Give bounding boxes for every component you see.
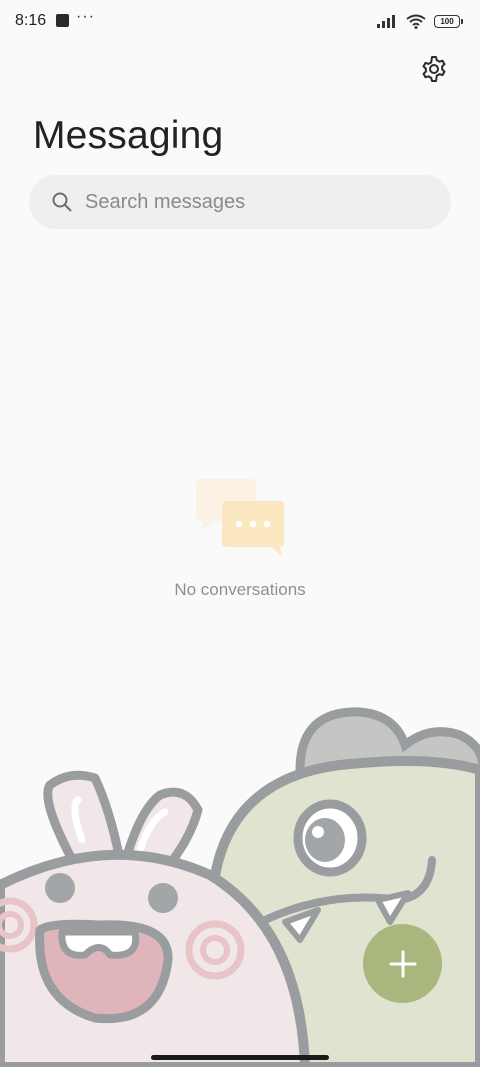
- wifi-icon: [406, 14, 426, 29]
- app-notification-icon: [56, 14, 69, 27]
- mascot-illustration: [0, 707, 480, 1067]
- battery-level: 100: [440, 16, 454, 26]
- page-title: Messaging: [33, 114, 224, 157]
- search-icon: [51, 191, 73, 213]
- status-time: 8:16: [15, 12, 47, 29]
- search-bar[interactable]: [29, 175, 451, 229]
- settings-button[interactable]: [419, 54, 449, 84]
- status-overflow-dots: ···: [76, 8, 95, 25]
- bunny-eye: [148, 883, 178, 913]
- status-indicators: 100: [376, 12, 463, 30]
- plus-icon: [389, 950, 416, 977]
- empty-state-text: No conversations: [174, 580, 306, 599]
- gear-icon: [422, 56, 446, 82]
- search-input[interactable]: [83, 189, 407, 215]
- signal-icon: [377, 15, 395, 28]
- battery-icon: 100: [434, 14, 463, 28]
- bunny-eye: [45, 873, 75, 903]
- status-bar: 8:16 ··· 100: [0, 0, 480, 44]
- home-indicator[interactable]: [151, 1055, 329, 1060]
- chat-bubbles-icon: [196, 479, 284, 556]
- new-conversation-button[interactable]: [363, 924, 442, 1003]
